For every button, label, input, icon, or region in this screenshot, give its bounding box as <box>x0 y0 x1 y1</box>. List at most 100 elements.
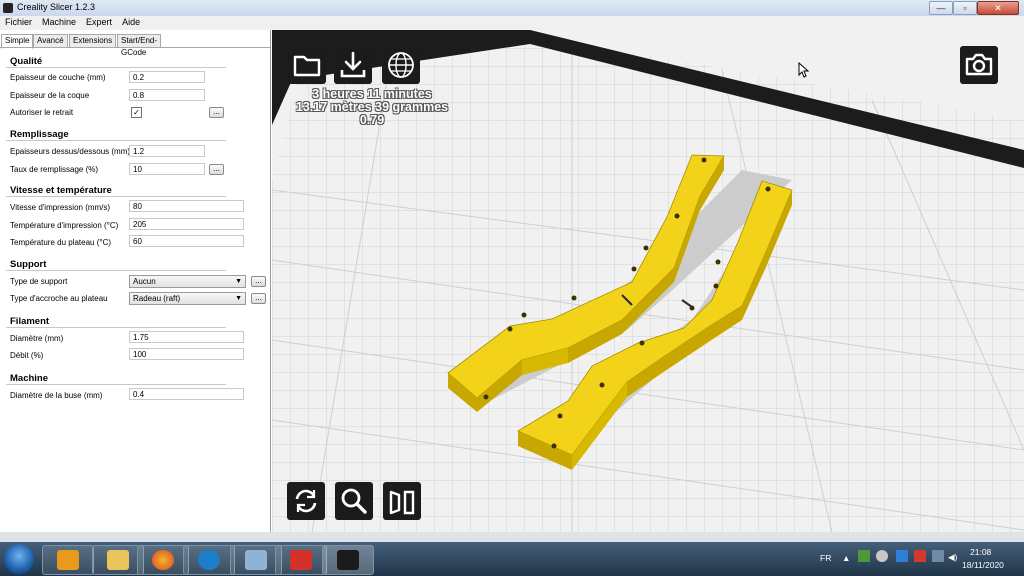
volume-icon[interactable]: ◀) <box>948 552 957 563</box>
tray-app-icon[interactable] <box>876 550 888 562</box>
taskbar-creality-slicer[interactable] <box>322 545 374 575</box>
menu-expert[interactable]: Expert <box>81 16 117 27</box>
tray-app-icon[interactable] <box>914 550 926 562</box>
section-divider <box>6 327 226 328</box>
shell-thickness-label: Epaisseur de la coque <box>10 91 90 100</box>
print-cost-text: 0.79 <box>359 113 385 127</box>
section-divider <box>6 270 226 271</box>
tab-divider <box>0 47 270 48</box>
taskbar: FR ▲ ◀) 21:08 18/11/2020 <box>0 542 1024 576</box>
retraction-settings-button[interactable]: ... <box>209 107 224 118</box>
top-bottom-thickness-field[interactable]: 1.2 <box>129 145 205 157</box>
section-title-speed: Vitesse et température <box>10 185 112 196</box>
firefox-icon <box>152 550 174 570</box>
network-icon[interactable] <box>932 550 944 562</box>
tab-start-end-gcode[interactable]: Start/End-GCode <box>117 34 162 57</box>
camera-icon <box>965 53 993 76</box>
folder-icon <box>293 55 321 77</box>
print-speed-label: Vitesse d'impression (mm/s) <box>10 203 111 212</box>
adhesion-type-select[interactable]: Radeau (raft) ▼ <box>129 292 246 305</box>
flow-label: Débit (%) <box>10 351 44 360</box>
status-strip <box>0 532 1024 542</box>
menu-aide[interactable]: Aide <box>117 16 145 27</box>
close-button[interactable]: ✕ <box>977 1 1019 15</box>
clock-time[interactable]: 21:08 <box>970 547 991 557</box>
chevron-down-icon: ▼ <box>235 295 242 302</box>
show-hidden-icons[interactable]: ▲ <box>842 553 850 563</box>
ccleaner-icon <box>198 550 220 570</box>
fill-density-field[interactable]: 10 <box>129 163 205 175</box>
creality-cloud-button[interactable] <box>382 46 420 84</box>
shell-thickness-field[interactable]: 0.8 <box>129 89 205 101</box>
tab-extensions[interactable]: Extensions <box>69 34 117 48</box>
magnifier-icon <box>341 488 367 514</box>
flow-field[interactable]: 100 <box>129 348 244 360</box>
scale-tool-button[interactable] <box>335 482 373 520</box>
menu-machine[interactable]: Machine <box>37 16 81 27</box>
dropbox-icon[interactable] <box>896 550 908 562</box>
print-temperature-label: Température d'impression (°C) <box>10 221 119 230</box>
bed-temperature-field[interactable]: 60 <box>129 235 244 247</box>
creality-icon <box>337 550 359 570</box>
mirror-tool-button[interactable] <box>383 482 421 520</box>
mirror-icon <box>389 490 415 515</box>
section-title-fill: Remplissage <box>10 129 69 140</box>
taskbar-sketchup[interactable] <box>275 545 327 575</box>
nozzle-size-label: Diamètre de la buse (mm) <box>10 391 103 400</box>
maximize-button[interactable]: ▫ <box>953 1 977 15</box>
filament-diameter-label: Diamètre (mm) <box>10 334 64 343</box>
print-temperature-field[interactable]: 205 <box>129 218 244 230</box>
nozzle-size-field[interactable]: 0.4 <box>129 388 244 400</box>
fill-density-label: Taux de remplissage (%) <box>10 165 99 174</box>
fill-settings-button[interactable]: ... <box>209 164 224 175</box>
adhesion-type-value: Radeau (raft) <box>133 294 181 303</box>
menu-bar: Fichier Machine Expert Aide <box>0 16 1024 30</box>
filament-usage-text: 13.17 mètres 39 grammes <box>295 100 449 114</box>
print-speed-field[interactable]: 80 <box>129 200 244 212</box>
retraction-label: Autoriser le retrait <box>10 108 74 117</box>
globe-icon <box>388 52 414 78</box>
taskbar-ccleaner[interactable] <box>183 545 235 575</box>
support-settings-button[interactable]: ... <box>251 276 266 287</box>
rotate-tool-button[interactable] <box>287 482 325 520</box>
retraction-checkbox[interactable]: ✓ <box>131 107 142 118</box>
sketchup-icon <box>290 550 312 570</box>
top-bottom-thickness-label: Epaisseurs dessus/dessous (mm) <box>10 147 131 156</box>
section-divider <box>6 384 226 385</box>
adhesion-type-label: Type d'accroche au plateau <box>10 294 108 303</box>
support-type-select[interactable]: Aucun ▼ <box>129 275 246 288</box>
settings-panel: Simple Avancé Extensions Start/End-GCode… <box>0 30 271 532</box>
app-icon <box>3 3 13 13</box>
window-title: Creality Slicer 1.2.3 <box>17 2 96 12</box>
save-gcode-button[interactable] <box>334 46 372 84</box>
3d-viewport[interactable]: 3 heures 11 minutes 13.17 mètres 39 gram… <box>272 30 1024 532</box>
support-type-label: Type de support <box>10 277 68 286</box>
section-title-machine: Machine <box>10 373 49 384</box>
rotate-icon <box>295 489 317 513</box>
start-button[interactable] <box>4 544 34 574</box>
download-icon <box>340 51 366 78</box>
tray-app-icon[interactable] <box>858 550 870 562</box>
tab-avance[interactable]: Avancé <box>33 34 68 48</box>
media-player-icon <box>57 550 79 570</box>
section-divider <box>6 67 226 68</box>
filament-diameter-field[interactable]: 1.75 <box>129 331 244 343</box>
support-type-value: Aucun <box>133 277 156 286</box>
minimize-button[interactable]: — <box>929 1 953 15</box>
layer-height-field[interactable]: 0.2 <box>129 71 205 83</box>
section-title-support: Support <box>10 259 47 270</box>
taskbar-firefox[interactable] <box>137 545 189 575</box>
chevron-down-icon: ▼ <box>235 278 242 285</box>
adhesion-settings-button[interactable]: ... <box>251 293 266 304</box>
menu-fichier[interactable]: Fichier <box>0 16 37 27</box>
title-bar: Creality Slicer 1.2.3 — ▫ ✕ <box>0 0 1024 16</box>
screenshot-button[interactable] <box>960 46 998 84</box>
load-model-button[interactable] <box>288 46 326 84</box>
section-divider <box>6 140 226 141</box>
clock-date[interactable]: 18/11/2020 <box>962 560 1004 570</box>
bed-temperature-label: Température du plateau (°C) <box>10 238 112 247</box>
section-title-filament: Filament <box>10 316 50 327</box>
taskbar-media-player[interactable] <box>42 545 94 575</box>
section-title-quality: Qualité <box>10 56 43 67</box>
language-indicator[interactable]: FR <box>820 553 831 563</box>
